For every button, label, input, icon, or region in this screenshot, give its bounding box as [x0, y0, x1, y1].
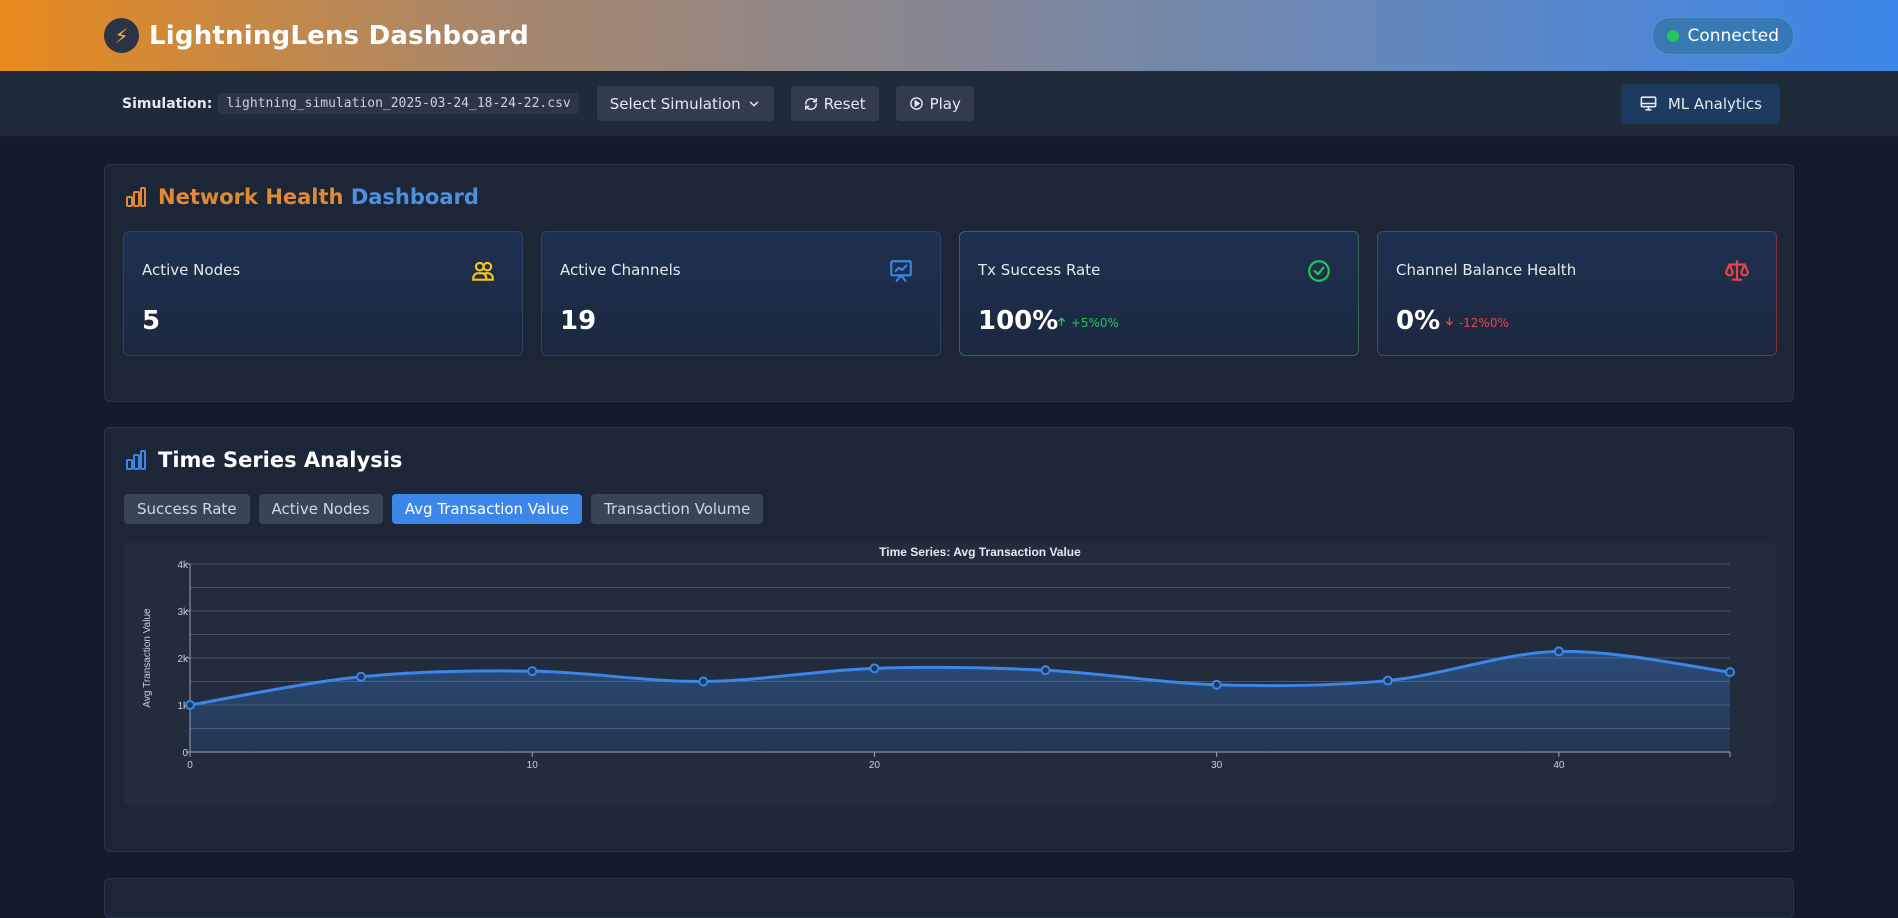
x-tick-label: 20: [869, 760, 881, 771]
data-point: [869, 663, 880, 674]
time-series-panel: Time Series Analysis Success Rate Active…: [104, 427, 1794, 852]
tab-success-rate[interactable]: Success Rate: [124, 494, 250, 524]
refresh-icon: [804, 97, 817, 110]
data-point: [1553, 646, 1564, 657]
time-series-heading: Time Series Analysis: [124, 448, 402, 472]
x-tick-label: 40: [1553, 760, 1565, 771]
simulation-file-name: lightning_simulation_2025-03-24_18-24-22…: [218, 93, 579, 114]
play-label: Play: [929, 94, 961, 113]
connection-status-badge: Connected: [1652, 16, 1794, 55]
data-point: [1040, 665, 1051, 676]
tab-transaction-volume[interactable]: Transaction Volume: [591, 494, 764, 524]
y-tick-label: 3k: [177, 607, 189, 618]
time-series-chart: Time Series: Avg Transaction Value Avg Tr…: [124, 543, 1776, 807]
status-dot-icon: [1667, 29, 1680, 42]
scale-icon: [1725, 260, 1749, 281]
card-delta-text: +5%0%: [1070, 316, 1119, 330]
network-health-title-part2: Dashboard: [350, 185, 479, 209]
chart-svg: Time Series: Avg Transaction Value Avg Tr…: [142, 545, 1735, 771]
data-point: [527, 666, 538, 677]
card-delta: -12%0%: [1444, 316, 1509, 330]
lightning-bolt-icon: ⚡: [104, 18, 139, 53]
x-tick-label: 30: [1211, 760, 1223, 771]
chevron-down-icon: [749, 101, 758, 106]
metric-tabs: Success Rate Active Nodes Avg Transactio…: [124, 494, 764, 524]
data-point: [356, 671, 367, 682]
arrow-down-icon: [1446, 317, 1453, 326]
tab-active-nodes[interactable]: Active Nodes: [258, 494, 383, 524]
card-label: Active Nodes: [142, 261, 241, 279]
ml-analytics-button[interactable]: ML Analytics: [1620, 83, 1780, 124]
card-delta-text: -12%0%: [1458, 316, 1509, 330]
data-point: [1725, 667, 1735, 678]
x-tick-label: 10: [527, 760, 539, 771]
simulation-toolbar: Simulation: lightning_simulation_2025-03…: [0, 71, 1898, 137]
y-tick-label: 2k: [177, 654, 189, 665]
arrow-up-icon: [1058, 317, 1065, 326]
ml-analytics-label: ML Analytics: [1667, 94, 1762, 113]
data-point: [698, 676, 709, 687]
y-tick-label: 0: [182, 748, 188, 759]
brand: ⚡ LightningLens Dashboard: [104, 18, 529, 53]
next-panel: [104, 878, 1794, 918]
network-health-heading: Network Health Dashboard: [124, 185, 479, 209]
bar-chart-icon: [126, 450, 146, 470]
y-axis-label: Avg Transaction Value: [142, 608, 153, 708]
tx-success-rate-card: Tx Success Rate 100% +5%0%: [959, 231, 1359, 356]
y-tick-label: 4k: [177, 560, 189, 571]
monitor-icon: [1640, 96, 1657, 111]
card-label: Channel Balance Health: [1396, 261, 1577, 279]
card-value: 19: [560, 306, 597, 336]
play-button[interactable]: Play: [895, 86, 974, 121]
reset-label: Reset: [823, 94, 866, 113]
time-series-title: Time Series Analysis: [158, 448, 403, 472]
presentation-chart-icon: [890, 260, 912, 282]
app-header: ⚡ LightningLens Dashboard Connected: [0, 0, 1898, 71]
data-point: [1382, 675, 1393, 686]
data-point: [185, 700, 195, 710]
active-channels-card: Active Channels 19: [541, 231, 941, 356]
channel-balance-health-card: Channel Balance Health 0% -12%0%: [1377, 231, 1777, 356]
data-point: [1211, 679, 1222, 690]
card-value: 100%: [978, 306, 1059, 336]
select-simulation-label: Select Simulation: [609, 94, 741, 113]
card-delta: +5%0%: [1056, 316, 1119, 330]
card-label: Tx Success Rate: [978, 261, 1101, 279]
connection-status-text: Connected: [1687, 25, 1779, 46]
check-circle-icon: [1308, 260, 1330, 282]
card-value: 0%: [1396, 306, 1441, 336]
reset-button[interactable]: Reset: [790, 86, 879, 121]
active-nodes-card: Active Nodes 5: [123, 231, 523, 356]
simulation-label: Simulation:: [122, 95, 213, 112]
users-icon: [472, 261, 494, 281]
network-health-panel: Network Health Dashboard Active Nodes 5 …: [104, 164, 1794, 402]
bar-chart-icon: [126, 187, 146, 207]
card-label: Active Channels: [560, 261, 681, 279]
select-simulation-button[interactable]: Select Simulation: [596, 86, 774, 121]
tab-avg-transaction-value[interactable]: Avg Transaction Value: [391, 494, 583, 524]
x-tick-label: 0: [187, 760, 193, 771]
chart-title: Time Series: Avg Transaction Value: [879, 545, 1081, 559]
play-circle-icon: [909, 97, 923, 110]
card-value: 5: [142, 306, 161, 336]
network-health-title-part1: Network Health: [158, 185, 344, 209]
app-title: LightningLens Dashboard: [149, 20, 529, 51]
